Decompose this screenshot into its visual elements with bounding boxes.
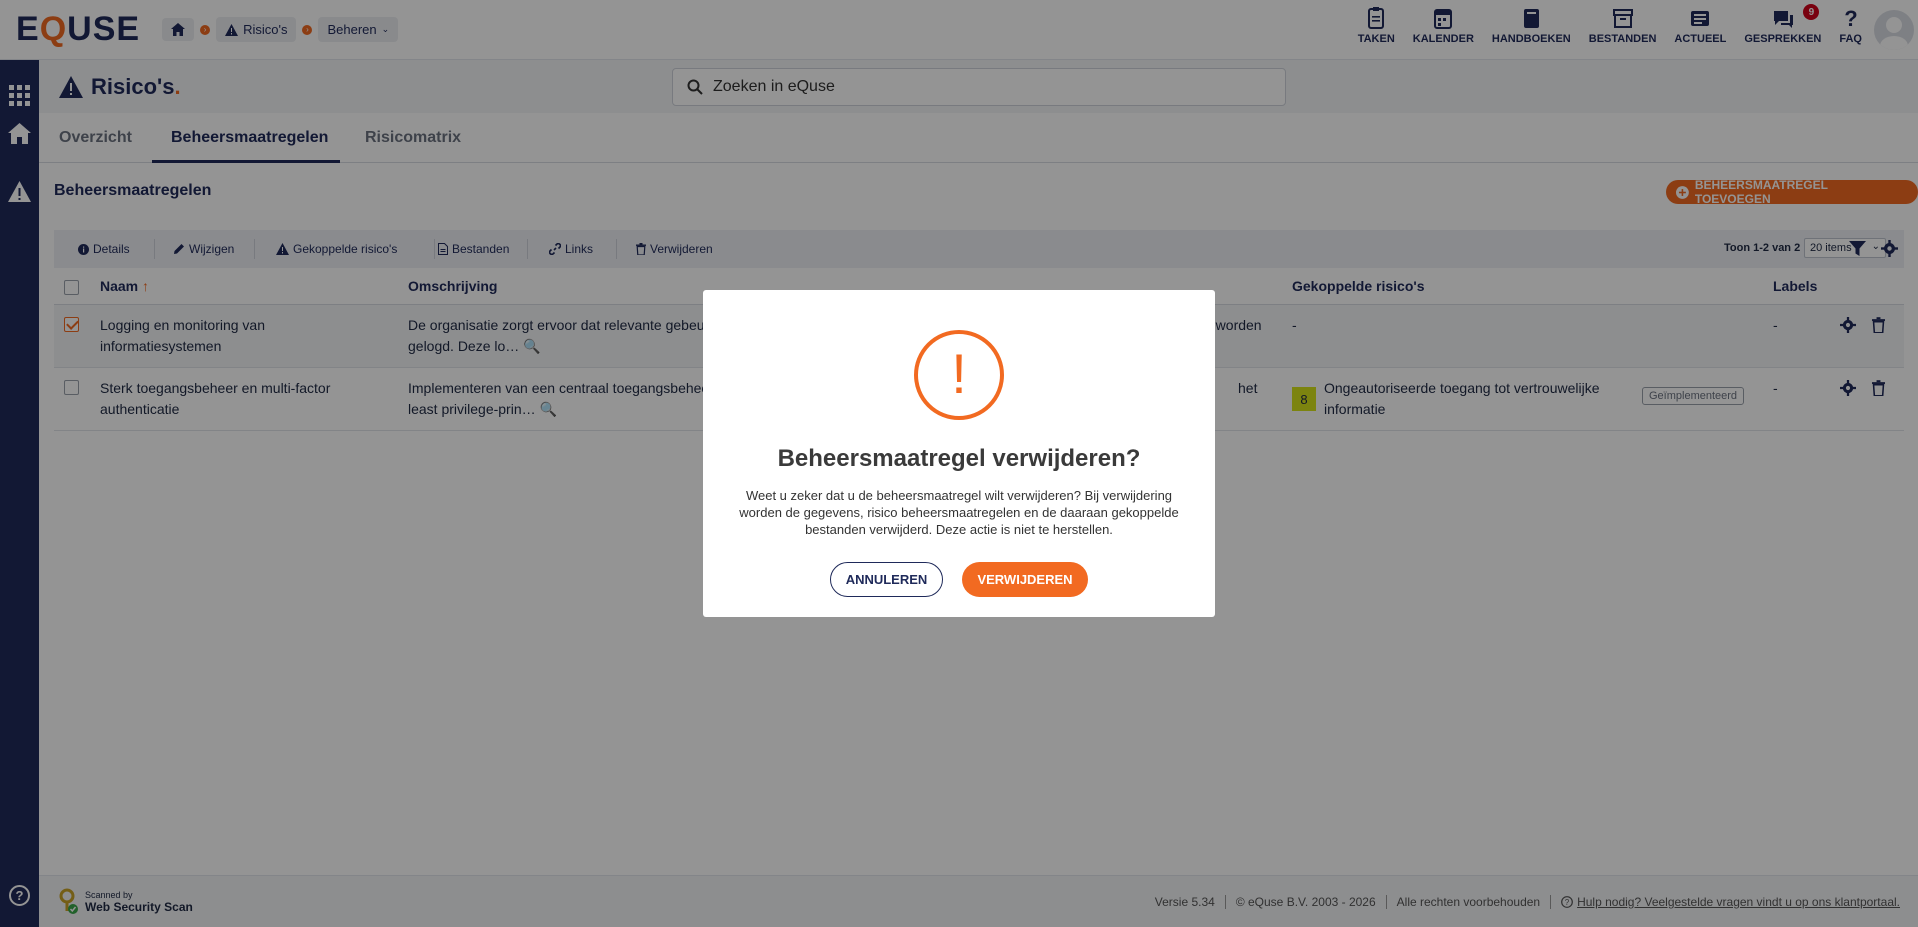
exclamation-icon: ! xyxy=(914,330,1004,420)
cancel-button[interactable]: ANNULEREN xyxy=(830,562,943,597)
dialog-message: Weet u zeker dat u de beheersmaatregel w… xyxy=(739,488,1179,537)
delete-confirmation-dialog: ! Beheersmaatregel verwijderen? Weet u z… xyxy=(703,290,1215,617)
confirm-delete-button[interactable]: VERWIJDEREN xyxy=(962,562,1088,597)
dialog-title: Beheersmaatregel verwijderen? xyxy=(777,445,1141,472)
